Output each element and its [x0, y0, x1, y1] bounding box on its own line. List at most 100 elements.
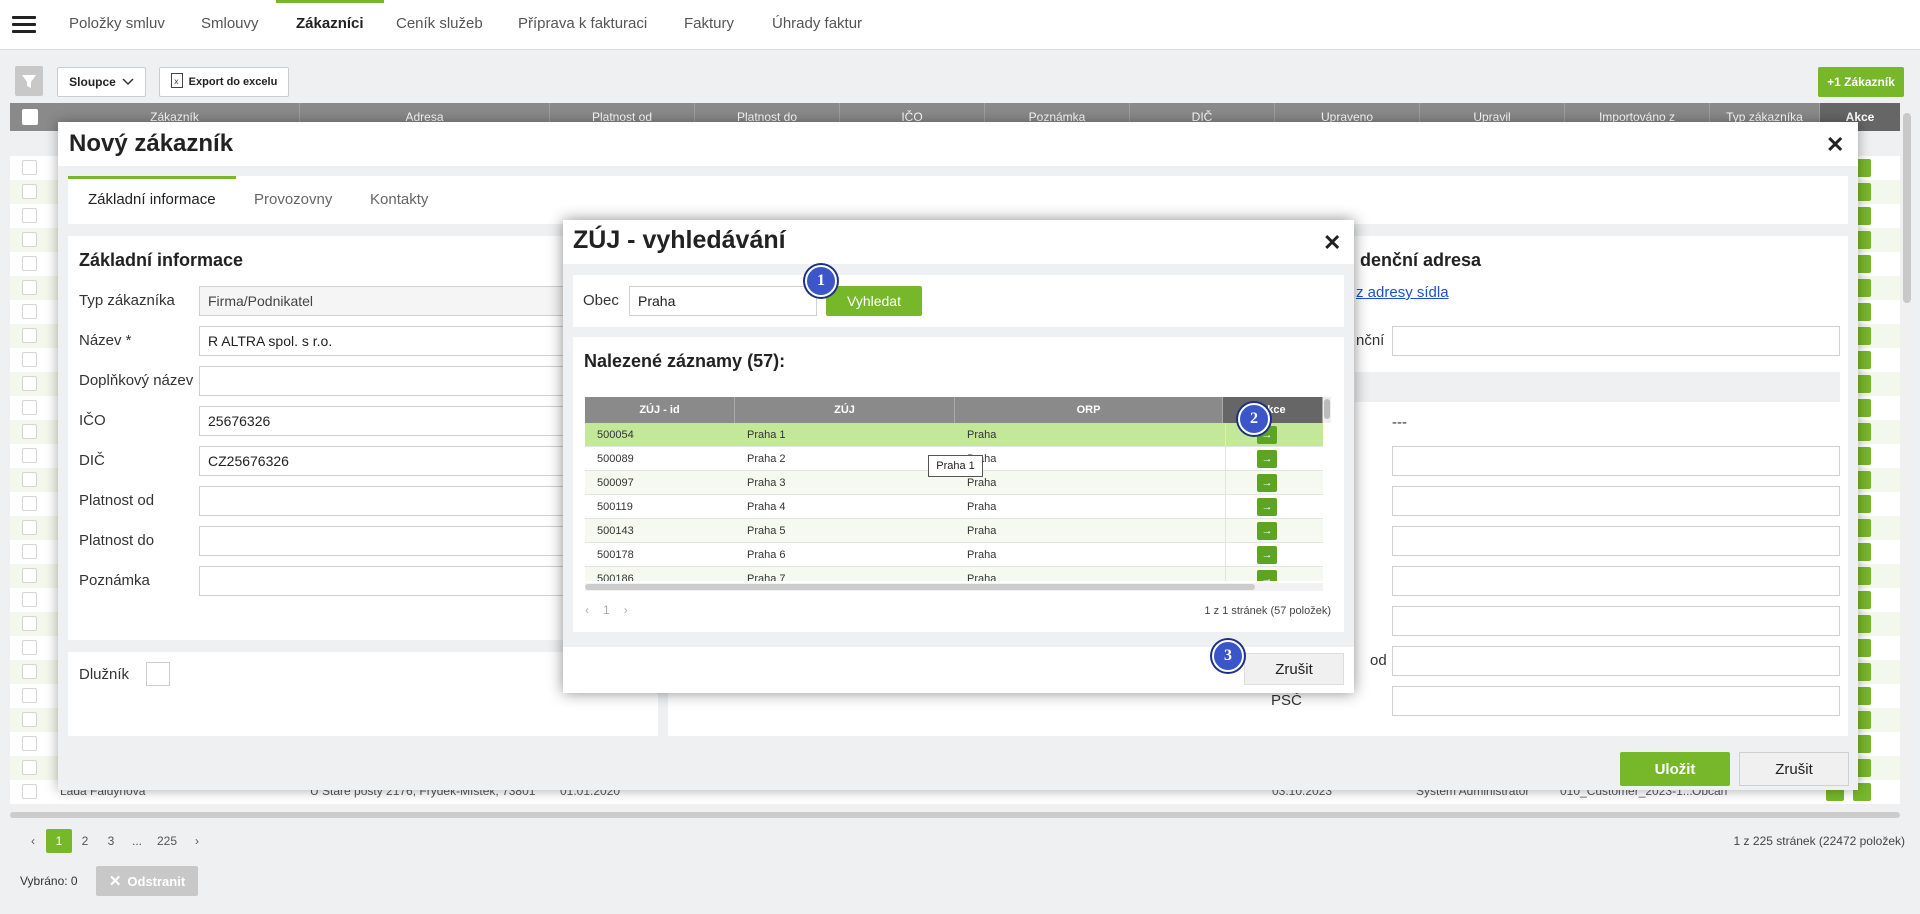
psc-input[interactable]: [1392, 686, 1840, 716]
col-header-orp[interactable]: ORP: [955, 397, 1223, 423]
horizontal-scrollbar[interactable]: [10, 810, 1900, 820]
row-checkbox[interactable]: [22, 352, 37, 367]
row-checkbox[interactable]: [22, 664, 37, 679]
pager-current-page[interactable]: 1: [603, 603, 610, 617]
label-poznamka: Poznámka: [79, 572, 150, 589]
nav-tab-faktury[interactable]: Faktury: [684, 0, 734, 50]
cell-divider: [1225, 543, 1226, 567]
address-input-4[interactable]: [1392, 566, 1840, 596]
row-checkbox[interactable]: [22, 472, 37, 487]
row-checkbox[interactable]: [22, 712, 37, 727]
pager-prev-icon[interactable]: ‹: [20, 829, 46, 853]
cell-orp: Praha: [967, 549, 997, 561]
tab-zakladni-informace[interactable]: Základní informace: [68, 176, 236, 224]
address-input-2[interactable]: [1392, 486, 1840, 516]
close-icon[interactable]: ✕: [1826, 132, 1844, 158]
nav-tab-priprava-k-fakturaci[interactable]: Příprava k fakturaci: [518, 0, 647, 50]
table-row[interactable]: 500143 Praha 5 Praha →: [585, 519, 1323, 543]
address-input-1[interactable]: [1392, 446, 1840, 476]
row-checkbox[interactable]: [22, 568, 37, 583]
row-checkbox[interactable]: [22, 688, 37, 703]
pager-page-1[interactable]: 1: [46, 829, 72, 853]
tab-kontakty[interactable]: Kontakty: [370, 176, 428, 224]
address-input-5[interactable]: [1392, 606, 1840, 636]
row-checkbox[interactable]: [22, 496, 37, 511]
row-checkbox[interactable]: [22, 760, 37, 775]
copy-address-link[interactable]: z adresy sídla: [1356, 284, 1449, 301]
nav-tab-uhrady-faktur[interactable]: Úhrady faktur: [772, 0, 862, 50]
address-input-6[interactable]: [1392, 646, 1840, 676]
row-checkbox[interactable]: [22, 544, 37, 559]
table-row[interactable]: 500178 Praha 6 Praha →: [585, 543, 1323, 567]
grid-pager: ‹ 1 2 3 ... 225 ›: [20, 829, 210, 853]
remove-button[interactable]: ✕ Odstranit: [96, 866, 198, 896]
select-arrow-icon[interactable]: →: [1257, 546, 1277, 564]
dluznik-checkbox[interactable]: [146, 662, 170, 686]
select-arrow-icon[interactable]: →: [1257, 522, 1277, 540]
row-checkbox[interactable]: [22, 592, 37, 607]
row-checkbox[interactable]: [22, 400, 37, 415]
col-header-zuj[interactable]: ZÚJ: [735, 397, 955, 423]
address-title: denční adresa: [1360, 250, 1482, 270]
address-input-3[interactable]: [1392, 526, 1840, 556]
nav-tab-smlouvy[interactable]: Smlouvy: [201, 0, 259, 50]
select-arrow-icon[interactable]: →: [1257, 570, 1277, 581]
select-arrow-icon[interactable]: →: [1257, 498, 1277, 516]
row-checkbox[interactable]: [22, 160, 37, 175]
vertical-scrollbar[interactable]: [1900, 103, 1914, 803]
cell-divider: [1225, 423, 1226, 447]
dialog-cancel-button[interactable]: Zrušit: [1244, 653, 1344, 685]
table-row[interactable]: 500119 Praha 4 Praha →: [585, 495, 1323, 519]
label-typ-zakaznika: Typ zákazníka: [79, 292, 175, 309]
pager-next-icon[interactable]: ›: [184, 829, 210, 853]
nav-tab-zakaznici[interactable]: Zákazníci: [276, 0, 383, 50]
filter-clear-button[interactable]: [15, 66, 43, 96]
pager-page-3[interactable]: 3: [98, 829, 124, 853]
search-button[interactable]: Vyhledat: [826, 286, 922, 316]
row-checkbox[interactable]: [22, 376, 37, 391]
step-badge-1: 1: [805, 265, 837, 297]
pager-page-2[interactable]: 2: [72, 829, 98, 853]
nav-tab-cenik-sluzeb[interactable]: Ceník služeb: [396, 0, 483, 50]
close-icon[interactable]: ✕: [1323, 230, 1341, 256]
pager-prev-icon[interactable]: ‹: [585, 603, 589, 617]
row-checkbox[interactable]: [22, 304, 37, 319]
table-row[interactable]: 500054 Praha 1 Praha →: [585, 423, 1323, 447]
row-checkbox[interactable]: [22, 256, 37, 271]
row-checkbox[interactable]: [22, 232, 37, 247]
select-arrow-icon[interactable]: →: [1257, 450, 1277, 468]
table-scrollbar-vertical[interactable]: [1323, 397, 1331, 423]
row-checkbox[interactable]: [22, 448, 37, 463]
select-all-checkbox[interactable]: [22, 109, 38, 125]
menu-icon[interactable]: [12, 16, 36, 34]
row-checkbox[interactable]: [22, 640, 37, 655]
obec-input[interactable]: Praha: [629, 286, 817, 316]
row-checkbox[interactable]: [22, 208, 37, 223]
label-dic: DIČ: [79, 452, 105, 469]
row-checkbox[interactable]: [22, 784, 37, 799]
save-button[interactable]: Uložit: [1620, 752, 1730, 786]
add-customer-button[interactable]: +1 Zákazník: [1818, 67, 1904, 97]
address-type-input[interactable]: [1392, 326, 1840, 356]
pager-next-icon[interactable]: ›: [624, 603, 628, 617]
cell-divider: [1225, 447, 1226, 471]
table-row[interactable]: 500186 Praha 7 Praha →: [585, 567, 1323, 581]
row-checkbox[interactable]: [22, 424, 37, 439]
nav-tab-polozky-smluv[interactable]: Položky smluv: [69, 0, 165, 50]
row-checkbox[interactable]: [22, 616, 37, 631]
modal-cancel-button[interactable]: Zrušit: [1739, 752, 1849, 786]
pager-page-last[interactable]: 225: [150, 829, 184, 853]
export-excel-button[interactable]: x Export do excelu: [159, 67, 289, 97]
col-header-zuj-id[interactable]: ZÚJ - id: [585, 397, 735, 423]
row-checkbox[interactable]: [22, 280, 37, 295]
results-pager-info: 1 z 1 stránek (57 položek): [1204, 605, 1331, 617]
columns-dropdown[interactable]: Sloupce: [57, 67, 146, 97]
row-checkbox[interactable]: [22, 328, 37, 343]
table-scrollbar-horizontal[interactable]: [585, 583, 1323, 591]
select-arrow-icon[interactable]: →: [1257, 474, 1277, 492]
row-checkbox[interactable]: [22, 736, 37, 751]
cell-orp: Praha: [967, 501, 997, 513]
tab-provozovny[interactable]: Provozovny: [254, 176, 332, 224]
row-checkbox[interactable]: [22, 520, 37, 535]
row-checkbox[interactable]: [22, 184, 37, 199]
